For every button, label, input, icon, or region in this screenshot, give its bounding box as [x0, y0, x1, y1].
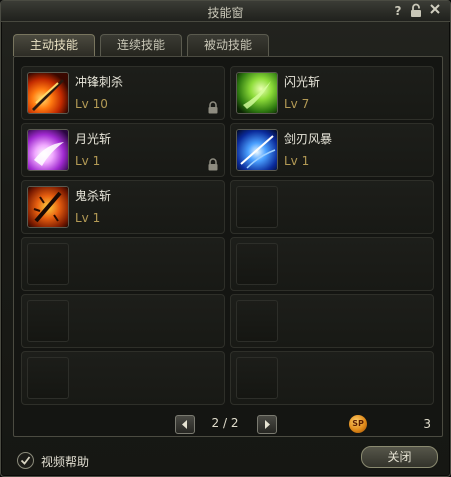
skill-slot-blade-storm[interactable]: 剑刃风暴 Lv 1 [230, 123, 434, 177]
skill-name: 冲锋刺杀 [75, 75, 124, 89]
empty-skill-slot [21, 351, 225, 405]
empty-skill-slot [21, 294, 225, 348]
skill-level: Lv 1 [284, 154, 310, 168]
skill-list-panel: 冲锋刺杀 Lv 10 闪光斩 Lv 7 月光斩 Lv 1 剑刃风暴 Lv 1 鬼… [13, 56, 443, 437]
empty-icon-slot [236, 300, 278, 342]
video-help-checkbox[interactable] [17, 452, 34, 469]
tab-passive-skills[interactable]: 被动技能 [187, 34, 269, 56]
page-navigator: 2 / 2 [175, 415, 277, 434]
skill-name: 剑刃风暴 [284, 132, 333, 146]
skill-points-value: 3 [423, 417, 431, 431]
skill-slot-ghost-slash[interactable]: 鬼杀斩 Lv 1 [21, 180, 225, 234]
window-footer: 视频帮助 关闭 [1, 444, 450, 476]
skill-slot-moonlight-slash[interactable]: 月光斩 Lv 1 [21, 123, 225, 177]
chevron-left-icon [182, 420, 187, 429]
empty-icon-slot [27, 243, 69, 285]
page-indicator: 2 / 2 [211, 416, 239, 430]
skill-level: Lv 1 [75, 154, 101, 168]
chevron-right-icon [265, 420, 270, 429]
skill-level: Lv 10 [75, 97, 108, 111]
skill-name: 闪光斩 [284, 75, 321, 89]
skill-window: 技能窗 ? 主动技能 连续技能 被动技能 冲锋刺杀 Lv 10 闪光斩 Lv 7… [0, 0, 451, 477]
title-bar[interactable]: 技能窗 ? [1, 1, 450, 22]
window-title: 技能窗 [207, 6, 244, 20]
skill-slot-charge-stab[interactable]: 冲锋刺杀 Lv 10 [21, 66, 225, 120]
skill-points-icon: SP [349, 415, 367, 433]
lock-icon [207, 99, 219, 114]
empty-skill-slot [230, 294, 434, 348]
next-page-button[interactable] [257, 415, 277, 434]
blade-storm-icon[interactable] [236, 129, 278, 171]
charge-stab-icon[interactable] [27, 72, 69, 114]
lock-icon [207, 156, 219, 171]
tab-combo-skills[interactable]: 连续技能 [100, 34, 182, 56]
close-button[interactable]: 关闭 [361, 446, 438, 468]
skill-name: 鬼杀斩 [75, 189, 112, 203]
empty-icon-slot [27, 300, 69, 342]
empty-skill-slot [230, 351, 434, 405]
moonlight-slash-icon[interactable] [27, 129, 69, 171]
ghost-slash-icon[interactable] [27, 186, 69, 228]
empty-skill-slot [230, 237, 434, 291]
flash-slash-icon[interactable] [236, 72, 278, 114]
empty-skill-slot [21, 237, 225, 291]
prev-page-button[interactable] [175, 415, 195, 434]
empty-icon-slot [236, 357, 278, 399]
skill-level: Lv 7 [284, 97, 310, 111]
skill-name: 月光斩 [75, 132, 112, 146]
checkmark-icon [20, 456, 31, 465]
video-help-label[interactable]: 视频帮助 [41, 453, 89, 470]
close-icon[interactable] [427, 3, 443, 19]
skill-slot-flash-slash[interactable]: 闪光斩 Lv 7 [230, 66, 434, 120]
empty-icon-slot [236, 243, 278, 285]
tab-active-skills[interactable]: 主动技能 [13, 34, 95, 56]
empty-icon-slot [236, 186, 278, 228]
help-button[interactable]: ? [390, 3, 406, 19]
lock-toggle-icon[interactable] [408, 3, 424, 19]
empty-icon-slot [27, 357, 69, 399]
skill-level: Lv 1 [75, 211, 101, 225]
empty-skill-slot [230, 180, 434, 234]
